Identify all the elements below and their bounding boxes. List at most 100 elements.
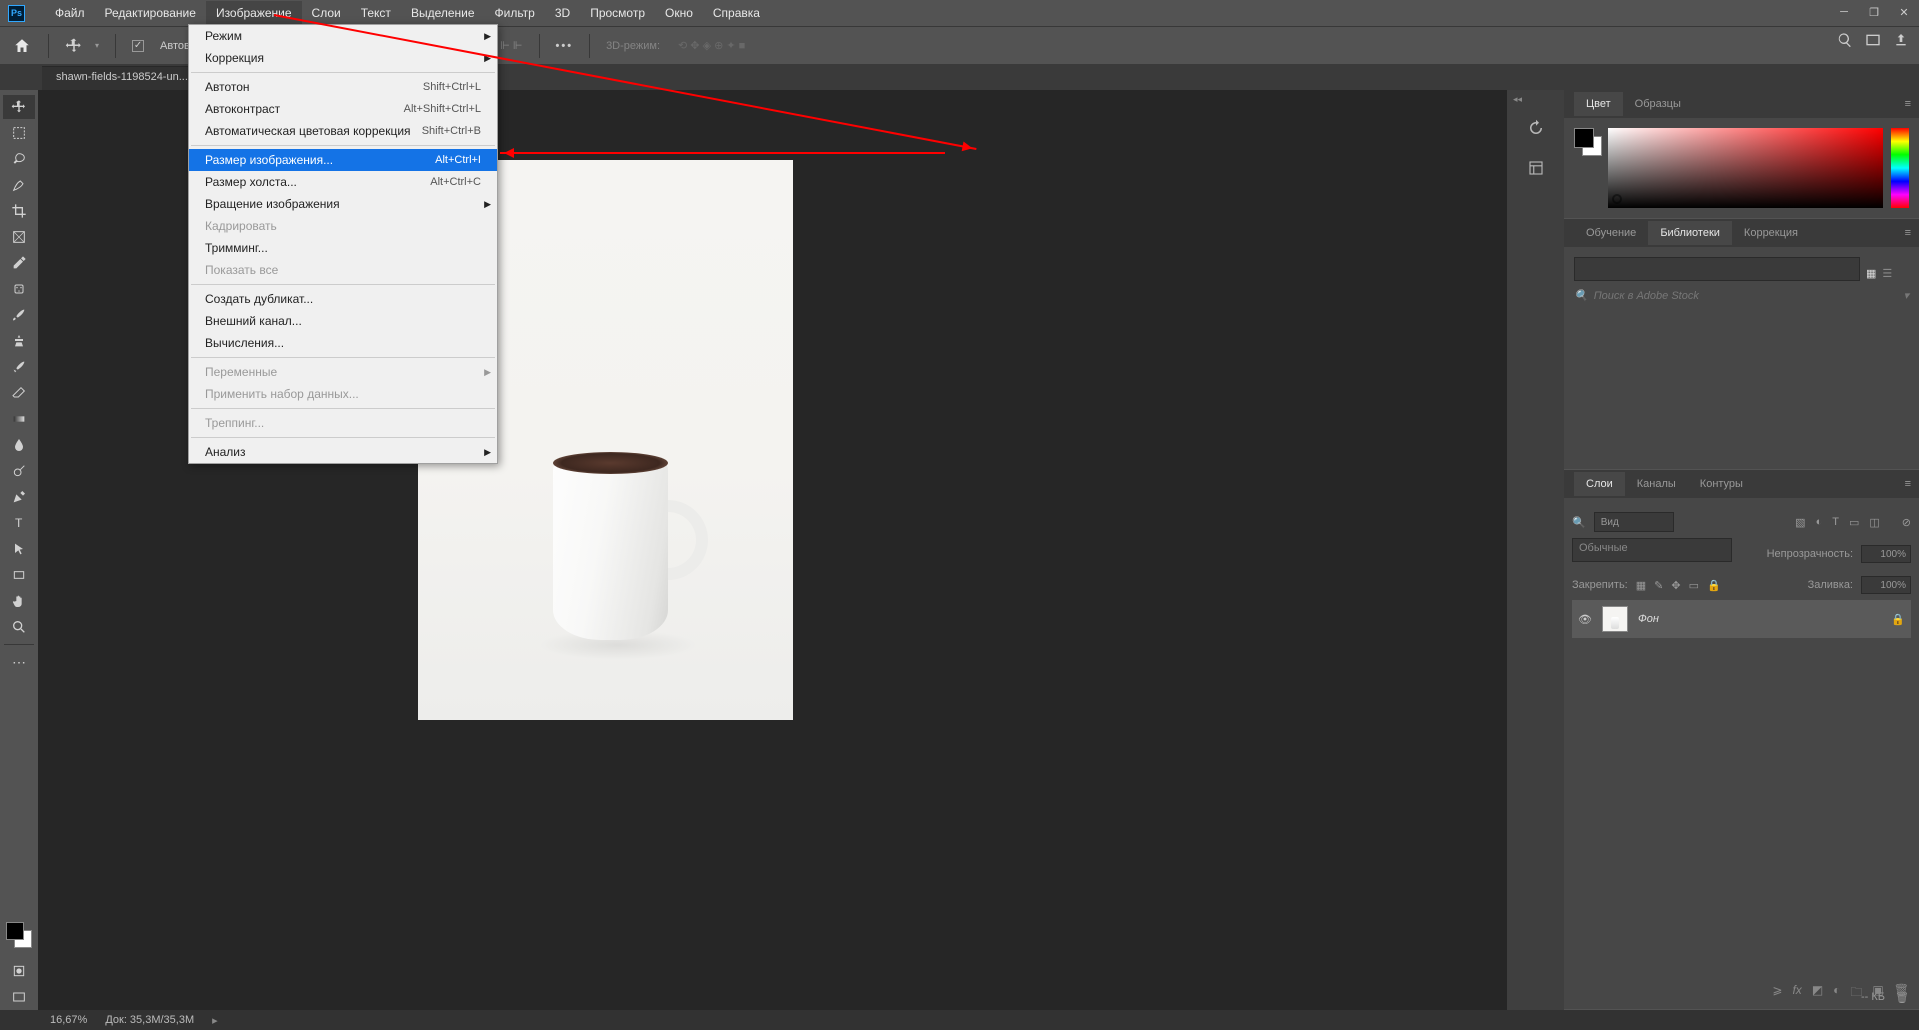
marquee-tool[interactable] — [3, 121, 35, 145]
filter-adjust-icon[interactable]: ◐ — [1816, 516, 1823, 529]
close-window-button[interactable]: ✕ — [1897, 5, 1911, 19]
menu-item-коррекция[interactable]: Коррекция▶ — [189, 47, 497, 69]
minimize-button[interactable]: ─ — [1837, 5, 1851, 19]
crop-tool[interactable] — [3, 199, 35, 223]
link-layers-icon[interactable]: ⩾ — [1772, 983, 1782, 1004]
frame-tool[interactable] — [3, 225, 35, 249]
filter-type-icon[interactable]: T — [1832, 516, 1839, 529]
menu-item-автотон[interactable]: АвтотонShift+Ctrl+L — [189, 76, 497, 98]
quick-selection-tool[interactable] — [3, 173, 35, 197]
autoselect-checkbox[interactable] — [132, 40, 144, 52]
panel-fg-color[interactable] — [1574, 128, 1594, 148]
zoom-level[interactable]: 16,67% — [50, 1014, 87, 1026]
lock-artboard-icon[interactable]: ▭ — [1689, 579, 1699, 592]
menu-item-создать-дубликат-[interactable]: Создать дубликат... — [189, 288, 497, 310]
clone-stamp-tool[interactable] — [3, 329, 35, 353]
history-brush-tool[interactable] — [3, 355, 35, 379]
tab-layers[interactable]: Слои — [1574, 472, 1625, 496]
layer-thumbnail[interactable] — [1602, 606, 1628, 632]
tab-channels[interactable]: Каналы — [1625, 472, 1688, 496]
menu-item-автоматическая-цветовая-коррекция[interactable]: Автоматическая цветовая коррекцияShift+C… — [189, 120, 497, 142]
hue-slider[interactable] — [1891, 128, 1909, 208]
menu-item-внешний-канал-[interactable]: Внешний канал... — [189, 310, 497, 332]
properties-panel-icon[interactable] — [1520, 154, 1552, 182]
fx-icon[interactable]: fx — [1792, 983, 1801, 1004]
menu-item-автоконтраст[interactable]: АвтоконтрастAlt+Shift+Ctrl+L — [189, 98, 497, 120]
lock-image-icon[interactable]: ✎ — [1654, 579, 1663, 592]
menu-изображение[interactable]: Изображение — [206, 1, 302, 25]
grid-view-icon[interactable]: ▦ — [1866, 267, 1876, 280]
list-view-icon[interactable]: ☰ — [1882, 267, 1892, 280]
opacity-input[interactable] — [1861, 545, 1911, 563]
maximize-button[interactable]: ❐ — [1867, 5, 1881, 19]
lock-all-icon[interactable]: 🔒 — [1707, 579, 1721, 592]
menu-item-размер-изображения-[interactable]: Размер изображения...Alt+Ctrl+I — [189, 149, 497, 171]
menu-файл[interactable]: Файл — [45, 1, 95, 25]
rectangle-tool[interactable] — [3, 563, 35, 587]
zoom-tool[interactable] — [3, 615, 35, 639]
edit-toolbar-icon[interactable]: ⋯ — [3, 650, 35, 674]
menu-item-анализ[interactable]: Анализ▶ — [189, 441, 497, 463]
adjustment-layer-icon[interactable]: ◐ — [1833, 983, 1840, 1004]
fill-input[interactable] — [1861, 576, 1911, 594]
search-icon[interactable] — [1837, 32, 1853, 48]
move-tool[interactable] — [3, 95, 35, 119]
delete-layer-icon[interactable]: 🗑 — [1894, 983, 1909, 1004]
share-icon[interactable] — [1893, 32, 1909, 48]
filter-smart-icon[interactable]: ◫ — [1869, 516, 1879, 529]
tab-paths[interactable]: Контуры — [1688, 472, 1755, 496]
layer-name[interactable]: Фон — [1638, 613, 1659, 625]
brush-tool[interactable] — [3, 303, 35, 327]
menu-item-размер-холста-[interactable]: Размер холста...Alt+Ctrl+C — [189, 171, 497, 193]
new-layer-icon[interactable]: ▣ — [1872, 983, 1883, 1004]
filter-shape-icon[interactable]: ▭ — [1849, 516, 1859, 529]
lock-position-icon[interactable]: ✥ — [1671, 579, 1680, 592]
menu-справка[interactable]: Справка — [703, 1, 770, 25]
mask-icon[interactable]: ◩ — [1812, 983, 1823, 1004]
lock-icon[interactable]: 🔒 — [1891, 613, 1905, 626]
menu-просмотр[interactable]: Просмотр — [580, 1, 655, 25]
path-selection-tool[interactable] — [3, 537, 35, 561]
tab-swatches[interactable]: Образцы — [1623, 92, 1693, 116]
filter-pixel-icon[interactable]: ▧ — [1795, 516, 1805, 529]
dodge-tool[interactable] — [3, 459, 35, 483]
panel-menu-icon[interactable]: ≡ — [1905, 227, 1911, 239]
pen-tool[interactable] — [3, 485, 35, 509]
menu-item-вычисления-[interactable]: Вычисления... — [189, 332, 497, 354]
menu-item-вращение-изображения[interactable]: Вращение изображения▶ — [189, 193, 497, 215]
blend-mode-select[interactable]: Обычные — [1572, 538, 1732, 562]
menu-выделение[interactable]: Выделение — [401, 1, 485, 25]
tab-color[interactable]: Цвет — [1574, 92, 1623, 116]
eraser-tool[interactable] — [3, 381, 35, 405]
document-tab[interactable]: shawn-fields-1198524-un... — [42, 66, 202, 90]
layer-filter-input[interactable] — [1594, 512, 1674, 532]
panel-menu-icon[interactable]: ≡ — [1905, 98, 1911, 110]
filter-icon[interactable]: ▾ — [1903, 289, 1909, 302]
history-panel-icon[interactable] — [1520, 114, 1552, 142]
lasso-tool[interactable] — [3, 147, 35, 171]
menu-item-тримминг-[interactable]: Тримминг... — [189, 237, 497, 259]
color-field[interactable] — [1608, 128, 1883, 208]
move-tool-icon[interactable] — [65, 37, 83, 55]
hand-tool[interactable] — [3, 589, 35, 613]
more-options-icon[interactable]: ••• — [556, 40, 574, 52]
foreground-color-swatch[interactable] — [6, 922, 24, 940]
library-select[interactable] — [1574, 257, 1860, 281]
screen-mode-icon[interactable] — [1865, 32, 1881, 48]
menu-фильтр[interactable]: Фильтр — [485, 1, 545, 25]
healing-brush-tool[interactable] — [3, 277, 35, 301]
quick-mask-icon[interactable] — [3, 959, 35, 983]
menu-окно[interactable]: Окно — [655, 1, 703, 25]
tab-adjustments[interactable]: Коррекция — [1732, 221, 1810, 245]
menu-редактирование[interactable]: Редактирование — [95, 1, 206, 25]
panel-menu-icon[interactable]: ≡ — [1905, 478, 1911, 490]
layer-item[interactable]: 👁 Фон 🔒 — [1572, 600, 1911, 638]
library-search-placeholder[interactable]: Поиск в Adobe Stock — [1594, 290, 1699, 302]
filter-toggle-icon[interactable]: ⊘ — [1902, 516, 1911, 529]
group-icon[interactable]: 🗀 — [1850, 983, 1862, 1004]
menu-текст[interactable]: Текст — [351, 1, 401, 25]
type-tool[interactable]: T — [3, 511, 35, 535]
gradient-tool[interactable] — [3, 407, 35, 431]
tab-learn[interactable]: Обучение — [1574, 221, 1648, 245]
lock-transparent-icon[interactable]: ▦ — [1636, 579, 1646, 592]
